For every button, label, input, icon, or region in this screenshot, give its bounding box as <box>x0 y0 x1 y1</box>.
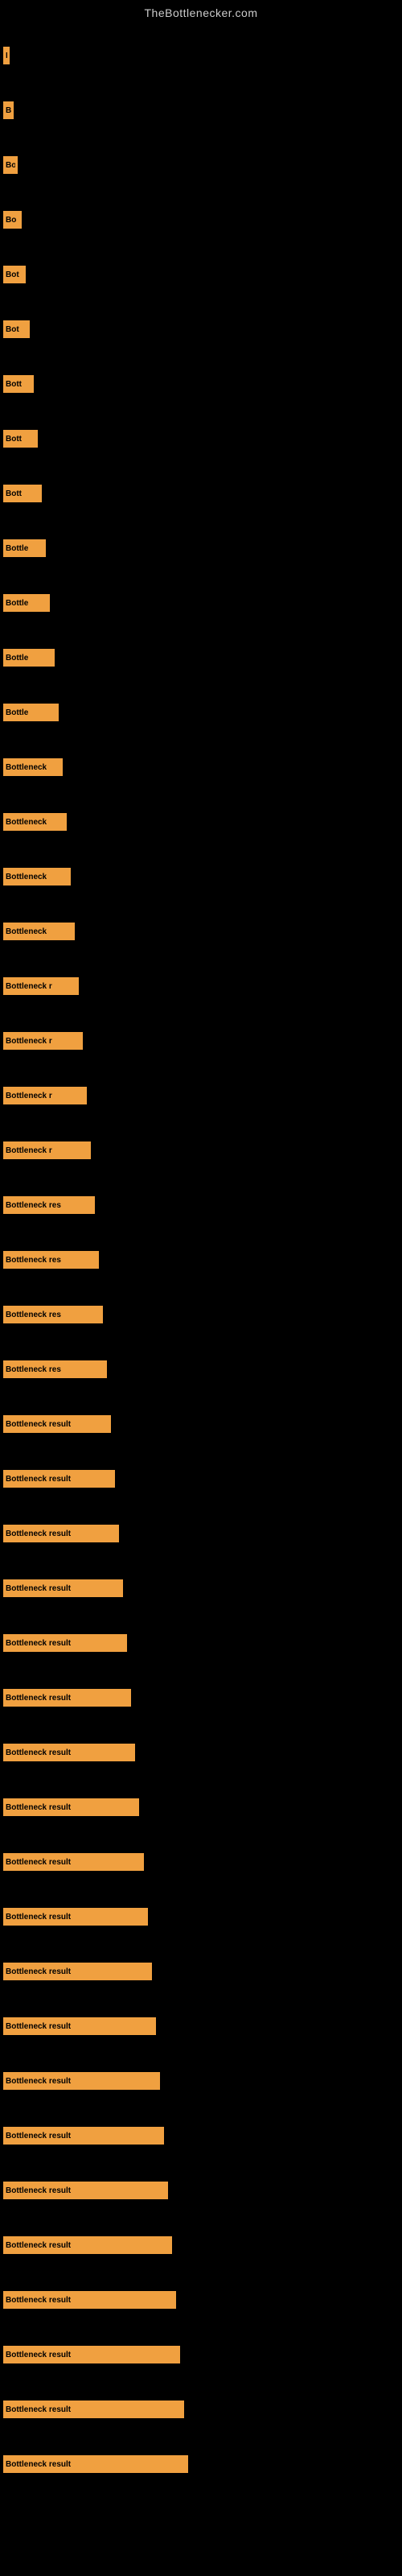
bar-item: Bott <box>3 485 42 502</box>
bar-item: Bottle <box>3 704 59 721</box>
bar-label: Bottle <box>6 654 28 663</box>
bar-item: Bottle <box>3 539 46 557</box>
bar-label: B <box>6 106 11 115</box>
bar-item: Bottleneck result <box>3 1525 119 1542</box>
bar-item: Bottle <box>3 594 50 612</box>
bar-item: Bottleneck result <box>3 2346 180 2363</box>
bar-item: Bottleneck result <box>3 2127 164 2145</box>
bar-item: Bottleneck result <box>3 1853 144 1871</box>
bar-item: Bo <box>3 156 18 174</box>
bar-item: Bottleneck r <box>3 1087 87 1104</box>
bar-label: Bottleneck result <box>6 2077 71 2086</box>
bar-label: Bottleneck r <box>6 1092 52 1100</box>
bar-item: Bottleneck result <box>3 1470 115 1488</box>
bar-label: Bottleneck <box>6 763 47 772</box>
bar-label: Bottleneck result <box>6 2405 71 2414</box>
bar-item: Bottleneck result <box>3 1634 127 1652</box>
bar-item: Bottleneck <box>3 758 63 776</box>
bar-item: Bott <box>3 430 38 448</box>
bar-label: Bottleneck result <box>6 2351 71 2359</box>
bar-item: Bottleneck result <box>3 1689 131 1707</box>
bar-item: Bottleneck result <box>3 2072 160 2090</box>
bar-label: Bottleneck result <box>6 1530 71 1538</box>
bar-item: Bottleneck result <box>3 1744 135 1761</box>
bar-label: Bott <box>6 380 22 389</box>
bar-label: Bottleneck result <box>6 1967 71 1976</box>
bar-label: Bottleneck r <box>6 1146 52 1155</box>
bar-label: Bottleneck result <box>6 1420 71 1429</box>
bar-item: Bottleneck res <box>3 1360 107 1378</box>
bar-label: Bottle <box>6 544 28 553</box>
bar-item: Bottleneck result <box>3 1579 123 1597</box>
bar-item: Bottleneck res <box>3 1251 99 1269</box>
bar-label: Bottleneck result <box>6 1584 71 1593</box>
bar-label: Bottle <box>6 599 28 608</box>
bar-label: Bottleneck r <box>6 982 52 991</box>
bar-label: Bottleneck result <box>6 1694 71 1703</box>
bar-item: Bottleneck result <box>3 1963 152 1980</box>
bar-label: Bott <box>6 435 22 444</box>
bar-item: Bottleneck result <box>3 2455 188 2473</box>
site-title: TheBottlenecker.com <box>0 0 402 23</box>
bar-label: Bottleneck res <box>6 1256 61 1265</box>
bar-label: Bottleneck result <box>6 1913 71 1922</box>
bar-label: Bottleneck <box>6 927 47 936</box>
bar-item: Bottleneck res <box>3 1306 103 1323</box>
bar-item: Bottleneck result <box>3 2182 168 2199</box>
bar-label: Bottleneck result <box>6 2132 71 2140</box>
bar-label: Bottle <box>6 708 28 717</box>
bar-item: Bottleneck result <box>3 1415 111 1433</box>
bar-item: Bottleneck <box>3 923 75 940</box>
bar-label: Bottleneck res <box>6 1365 61 1374</box>
bar-item: Bottleneck res <box>3 1196 95 1214</box>
bar-label: Bott <box>6 489 22 498</box>
bar-item: B <box>3 101 14 119</box>
bar-item: Bottleneck r <box>3 1032 83 1050</box>
bar-label: Bottleneck result <box>6 2022 71 2031</box>
bar-item: Bottleneck result <box>3 2017 156 2035</box>
bar-label: Bottleneck result <box>6 1748 71 1757</box>
bar-item: Bottleneck result <box>3 2291 176 2309</box>
bar-label: Bottleneck res <box>6 1201 61 1210</box>
bar-label: Bottleneck result <box>6 1803 71 1812</box>
bar-label: Bottleneck result <box>6 2186 71 2195</box>
bar-item: Bott <box>3 375 34 393</box>
bar-label: Bo <box>6 161 15 170</box>
bar-label: B <box>6 52 7 60</box>
bar-label: Bottleneck <box>6 873 47 881</box>
bar-item: Bottleneck result <box>3 1798 139 1816</box>
bar-label: Bo <box>6 216 16 225</box>
bar-label: Bottleneck result <box>6 2241 71 2250</box>
bar-item: Bottleneck <box>3 813 67 831</box>
bar-item: Bot <box>3 266 26 283</box>
bar-label: Bottleneck res <box>6 1311 61 1319</box>
bar-item: Bottleneck result <box>3 1908 148 1926</box>
bar-item: Bottleneck result <box>3 2401 184 2418</box>
bar-item: Bottleneck <box>3 868 71 886</box>
bar-item: Bottleneck r <box>3 977 79 995</box>
bar-item: Bottleneck result <box>3 2236 172 2254</box>
bar-label: Bottleneck result <box>6 2460 71 2469</box>
bar-label: Bottleneck r <box>6 1037 52 1046</box>
bar-item: Bot <box>3 320 30 338</box>
bar-label: Bottleneck result <box>6 1475 71 1484</box>
bar-item: B <box>3 47 10 64</box>
bar-label: Bot <box>6 325 19 334</box>
bar-label: Bottleneck result <box>6 2296 71 2305</box>
bar-item: Bottle <box>3 649 55 667</box>
bar-item: Bo <box>3 211 22 229</box>
bar-item: Bottleneck r <box>3 1141 91 1159</box>
bar-label: Bottleneck result <box>6 1858 71 1867</box>
bar-label: Bottleneck <box>6 818 47 827</box>
bar-label: Bot <box>6 270 19 279</box>
bar-label: Bottleneck result <box>6 1639 71 1648</box>
